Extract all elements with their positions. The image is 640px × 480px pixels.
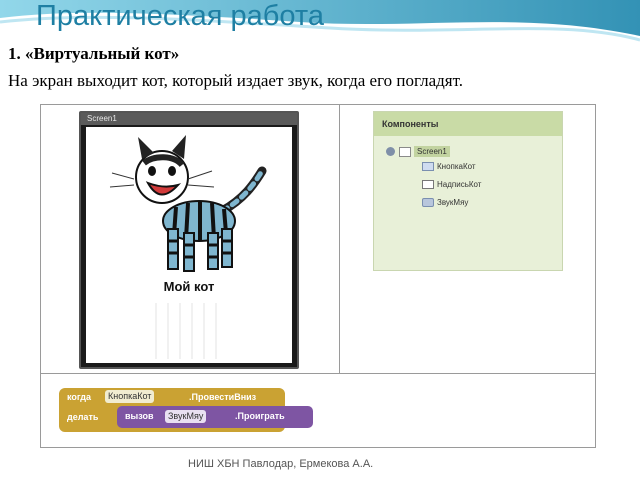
slide-title: Практическая работа bbox=[36, 0, 324, 32]
table-horizontal-divider bbox=[41, 373, 595, 374]
phone-preview: Screen1 Мой кот bbox=[79, 111, 299, 369]
table-vertical-divider bbox=[339, 105, 340, 373]
button-icon bbox=[422, 162, 434, 171]
components-panel: Компоненты Screen1 КнопкаКот НадписьКот … bbox=[373, 111, 563, 271]
block-when-keyword: когда bbox=[67, 392, 92, 402]
cat-image bbox=[109, 135, 267, 272]
component-dropdown[interactable]: КнопкаКот bbox=[105, 390, 155, 403]
cat-button[interactable]: Мой кот bbox=[86, 279, 292, 294]
phone-screen: Мой кот bbox=[86, 127, 292, 363]
components-header: Компоненты bbox=[374, 112, 562, 136]
event-name: .ПровестиВниз bbox=[189, 392, 257, 402]
component-tree-screen1[interactable]: Screen1 bbox=[386, 146, 450, 157]
screen-icon bbox=[399, 146, 411, 157]
task-heading: 1. «Виртуальный кот» bbox=[8, 44, 180, 63]
target-dropdown[interactable]: ЗвукМяу bbox=[165, 410, 207, 423]
phone-screen-title: Screen1 bbox=[81, 113, 297, 125]
task-description: На экран выходит кот, который издает зву… bbox=[8, 71, 463, 90]
sound-icon bbox=[422, 198, 434, 207]
method-name: .Проиграть bbox=[235, 411, 285, 421]
block-do-keyword: делать bbox=[67, 412, 99, 422]
call-block[interactable]: вызов ЗвукМяу .Проиграть bbox=[117, 406, 313, 428]
collapse-icon[interactable] bbox=[386, 147, 395, 156]
component-tree-button[interactable]: КнопкаКот bbox=[422, 162, 476, 171]
component-tree-label[interactable]: НадписьКот bbox=[422, 180, 481, 189]
block-call-keyword: вызов bbox=[125, 411, 154, 421]
content-table: Screen1 Мой кот Компоненты Screen1 Кнопк… bbox=[40, 104, 596, 448]
component-label: Screen1 bbox=[414, 146, 450, 157]
component-label: ЗвукМяу bbox=[437, 198, 469, 207]
screen-faint-lines bbox=[155, 303, 217, 359]
component-tree-sound[interactable]: ЗвукМяу bbox=[422, 198, 468, 207]
label-icon bbox=[422, 180, 434, 189]
footer-credit: НИШ ХБН Павлодар, Ермекова А.А. bbox=[188, 458, 374, 470]
component-label: КнопкаКот bbox=[437, 162, 476, 171]
component-label: НадписьКот bbox=[437, 180, 482, 189]
